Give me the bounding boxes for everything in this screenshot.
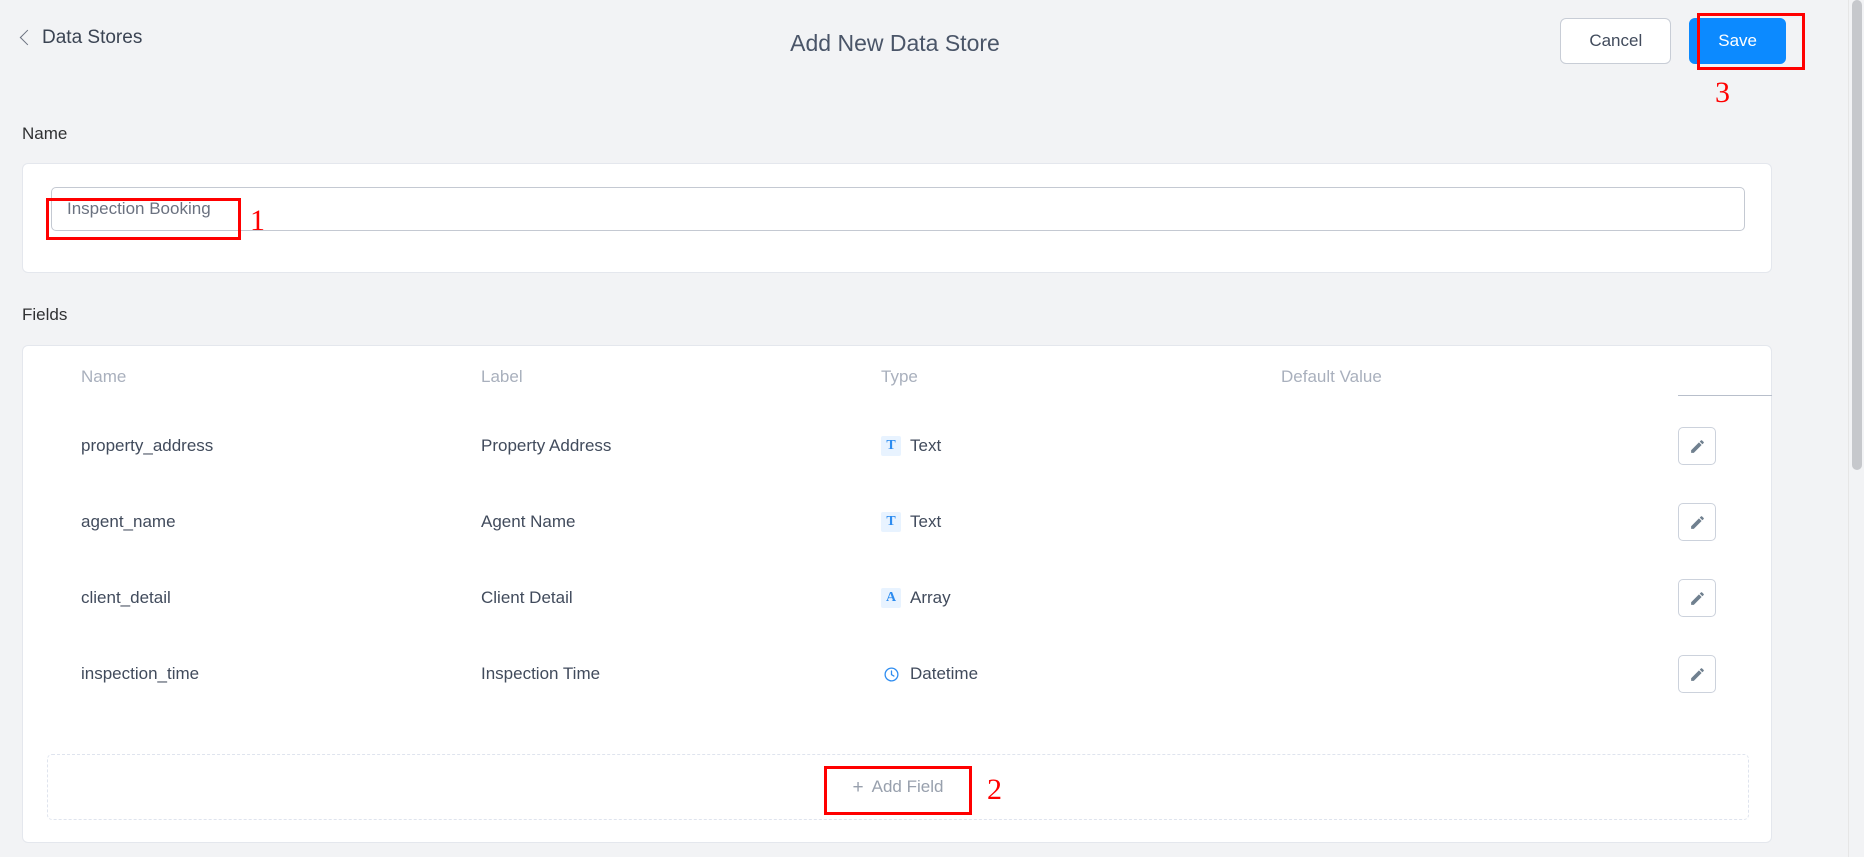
app-header: Data Stores Add New Data Store Cancel Sa…: [0, 0, 1848, 84]
array-type-icon: A: [881, 588, 901, 608]
field-type: T Text: [881, 436, 941, 456]
field-name: client_detail: [81, 588, 171, 608]
field-type-label: Text: [910, 512, 941, 532]
save-button[interactable]: Save: [1689, 18, 1786, 64]
fields-card: Name Label Type Default Value property_a…: [22, 345, 1772, 843]
table-row: inspection_time Inspection Time Datetime: [23, 636, 1771, 712]
field-actions: [1678, 427, 1716, 465]
fields-table: Name Label Type Default Value property_a…: [23, 346, 1771, 712]
cancel-button[interactable]: Cancel: [1560, 18, 1671, 64]
data-store-name-input[interactable]: [51, 187, 1745, 231]
field-type-label: Text: [910, 436, 941, 456]
field-name: inspection_time: [81, 664, 199, 684]
field-type-label: Array: [910, 588, 951, 608]
field-label: Property Address: [481, 436, 611, 456]
column-header-name: Name: [81, 367, 126, 387]
plus-icon: +: [853, 778, 864, 797]
add-field-label: Add Field: [872, 777, 944, 797]
column-header-label: Label: [481, 367, 523, 387]
table-row: client_detail Client Detail A Array: [23, 560, 1771, 636]
actions-column-rule: [1678, 395, 1772, 396]
header-actions: Cancel Save: [1560, 18, 1786, 64]
name-section-label: Name: [22, 124, 67, 144]
field-type: A Array: [881, 588, 951, 608]
field-type: Datetime: [881, 664, 978, 684]
field-type-label: Datetime: [910, 664, 978, 684]
datetime-type-icon: [881, 664, 901, 684]
edit-field-button[interactable]: [1678, 579, 1716, 617]
page-title: Add New Data Store: [0, 30, 1790, 57]
edit-field-button[interactable]: [1678, 427, 1716, 465]
add-field-dropzone[interactable]: + Add Field: [47, 754, 1749, 820]
text-type-icon: T: [881, 512, 901, 532]
table-row: property_address Property Address T Text: [23, 408, 1771, 484]
fields-table-header: Name Label Type Default Value: [23, 346, 1771, 408]
page-scrollbar-thumb[interactable]: [1852, 0, 1862, 470]
field-type: T Text: [881, 512, 941, 532]
edit-field-button[interactable]: [1678, 503, 1716, 541]
edit-field-button[interactable]: [1678, 655, 1716, 693]
field-label: Agent Name: [481, 512, 576, 532]
field-label: Client Detail: [481, 588, 573, 608]
column-header-default-value: Default Value: [1281, 367, 1382, 387]
field-name: property_address: [81, 436, 213, 456]
name-card: [22, 163, 1772, 273]
field-name: agent_name: [81, 512, 176, 532]
column-header-type: Type: [881, 367, 918, 387]
pencil-icon: [1689, 590, 1706, 607]
pencil-icon: [1689, 438, 1706, 455]
field-actions: [1678, 503, 1716, 541]
pencil-icon: [1689, 514, 1706, 531]
text-type-icon: T: [881, 436, 901, 456]
field-actions: [1678, 579, 1716, 617]
pencil-icon: [1689, 666, 1706, 683]
fields-section-label: Fields: [22, 305, 67, 325]
table-row: agent_name Agent Name T Text: [23, 484, 1771, 560]
field-actions: [1678, 655, 1716, 693]
field-label: Inspection Time: [481, 664, 600, 684]
add-field-button[interactable]: + Add Field: [853, 777, 944, 797]
page-scrollbar-track[interactable]: [1848, 0, 1864, 857]
